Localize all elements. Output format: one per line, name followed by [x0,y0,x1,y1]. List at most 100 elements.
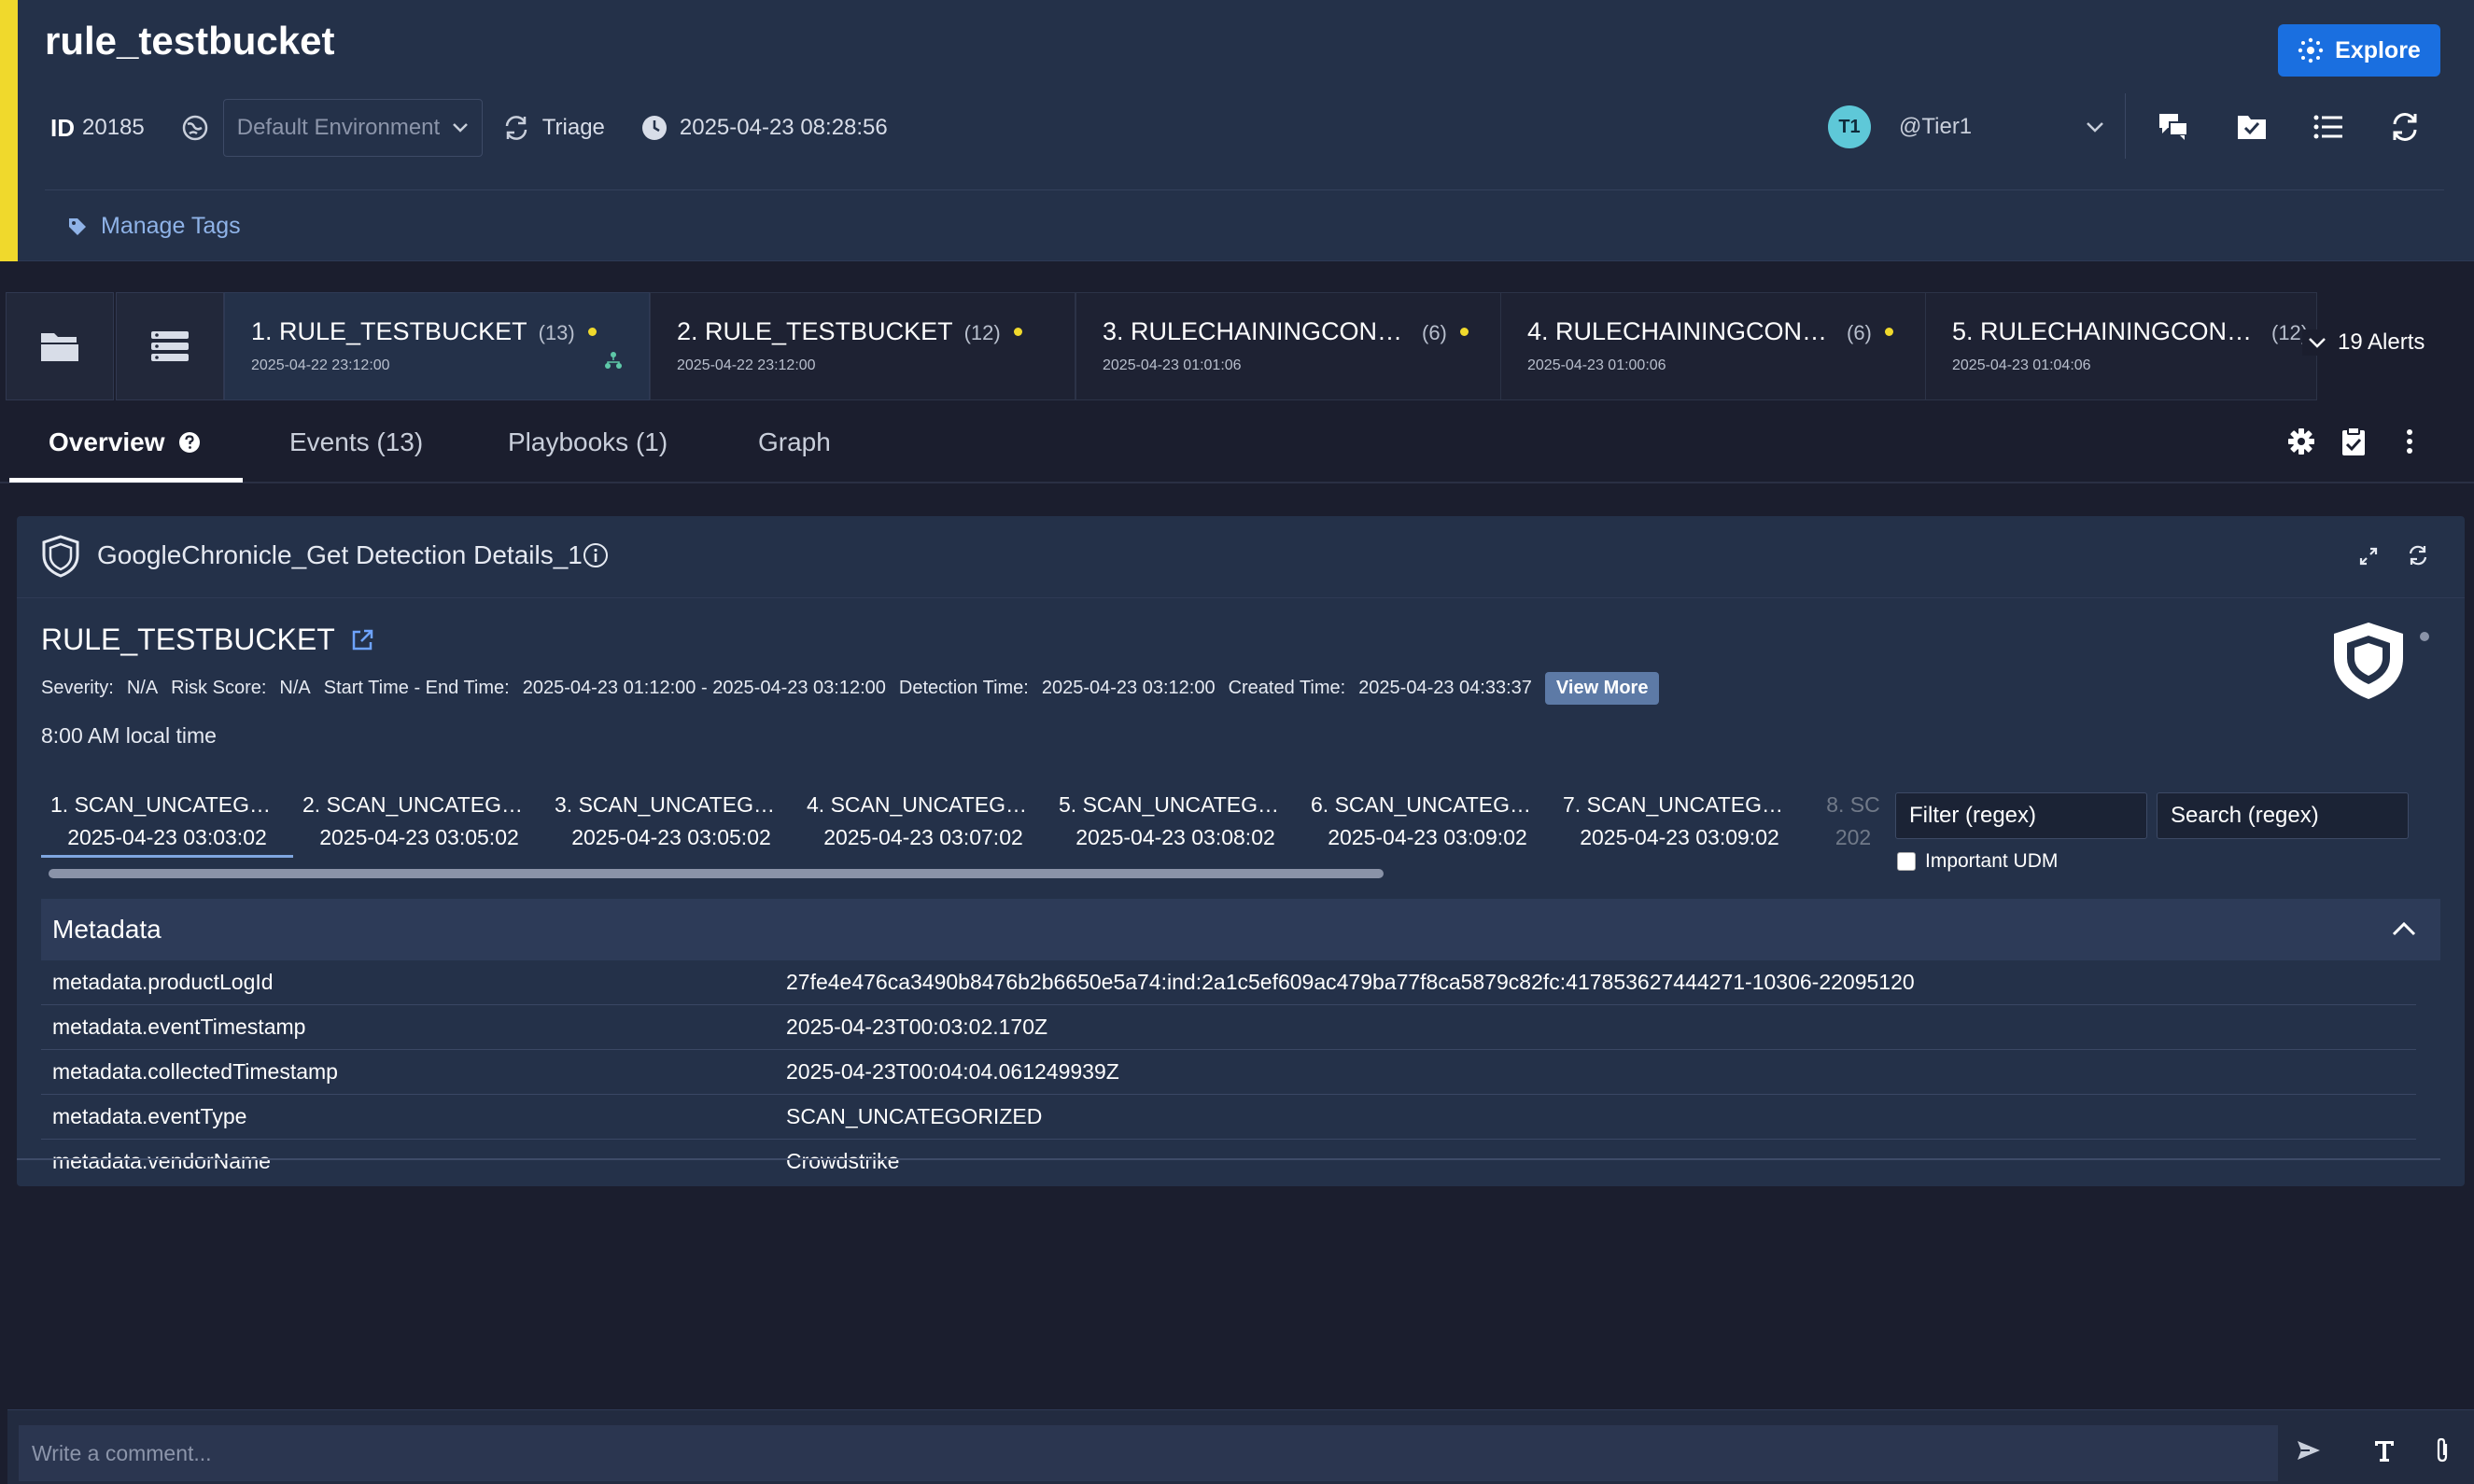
alert-tab-date: 2025-04-23 01:04:06 [1952,357,2091,373]
filter-regex-input[interactable] [1895,792,2147,839]
more-vertical-icon[interactable] [2394,426,2425,457]
table-row: metadata.eventType SCAN_UNCATEGORIZED [41,1095,2416,1140]
alert-status-dot [587,328,597,336]
header-separator [45,189,2444,190]
risk-score-value: N/A [279,678,311,698]
chat-icon[interactable] [2157,110,2190,144]
event-tabs-scrollbar[interactable] [49,869,1384,878]
alert-tab-4[interactable]: 4. RULECHAININGCONSU… (6) 2025-04-23 01:… [1500,292,1926,400]
event-tab-date: 2025-04-23 03:09:02 [1328,825,1527,849]
table-row: metadata.collectedTimestamp 2025-04-23T0… [41,1050,2416,1095]
shield-icon [2334,623,2403,699]
alert-status-dot [1459,328,1469,336]
explore-button[interactable]: Explore [2278,24,2440,77]
comment-input[interactable] [19,1425,2278,1481]
widget-header: GoogleChronicle_Get Detection Details_1 [17,516,2465,598]
manage-tags-label: Manage Tags [101,213,241,239]
active-tab-indicator [9,478,243,483]
event-tab[interactable]: 7. SCAN_UNCATEGO… 2025-04-23 03:09:02 [1553,783,1806,858]
metadata-title: Metadata [52,915,162,944]
alert-tab-count: (6) [1847,321,1872,344]
status-dot [2420,632,2429,641]
environment-select[interactable]: Default Environment [222,99,483,157]
event-tab[interactable]: 3. SCAN_UNCATEGO… 2025-04-23 03:05:02 [545,783,797,858]
help-icon[interactable] [178,431,201,454]
assignee-select[interactable]: T1 @Tier1 [1828,103,2104,151]
list-icon[interactable] [2312,110,2345,144]
event-tab[interactable]: 2. SCAN_UNCATEGO… 2025-04-23 03:05:02 [293,783,545,858]
event-tab-name: 8. SC [1826,792,1880,817]
event-tab-name: 5. SCAN_UNCATEGO… [1059,792,1296,817]
event-tab-date: 2025-04-23 03:03:02 [67,825,267,849]
attachment-icon[interactable] [2433,1436,2452,1464]
alert-tab-date: 2025-04-23 01:01:06 [1103,357,1242,373]
severity-value: N/A [126,678,159,698]
alert-tab-title: 5. RULECHAININGCONS… [1952,317,2260,345]
clipboard-check-icon[interactable] [2338,426,2369,457]
alerts-count-toggle[interactable]: 19 Alerts [2302,329,2425,356]
network-graph-icon[interactable] [604,351,623,370]
manage-tags-button[interactable]: Manage Tags [67,213,241,240]
alerts-count-label: 19 Alerts [2338,329,2425,355]
expand-icon[interactable] [2358,546,2379,567]
metadata-header[interactable]: Metadata [41,899,2440,960]
alert-status-dot [1013,328,1022,336]
refresh-icon[interactable] [2388,110,2422,144]
assignee-name: @Tier1 [1899,114,1973,139]
tab-playbooks[interactable]: Playbooks (1) [508,401,668,483]
event-tab-date: 2025-04-23 03:05:02 [319,825,519,849]
info-icon[interactable] [583,542,609,568]
tab-events[interactable]: Events (13) [289,401,423,483]
comment-bar [7,1409,2474,1484]
alert-status-dot [1884,328,1893,336]
event-tab[interactable]: 4. SCAN_UNCATEGO… 2025-04-23 03:07:02 [797,783,1049,858]
external-link-icon[interactable] [350,628,374,652]
alert-tab-5[interactable]: 5. RULECHAININGCONS… (12) 2025-04-23 01:… [1925,292,2317,400]
environment-select-value: Default Environment [236,115,441,140]
important-udm-checkbox-row: Important UDM [1897,850,2058,873]
metadata-key: metadata.eventType [52,1104,247,1128]
important-udm-checkbox[interactable] [1897,852,1916,871]
send-icon[interactable] [2297,1440,2321,1461]
event-tab[interactable]: 5. SCAN_UNCATEGO… 2025-04-23 03:08:02 [1049,783,1301,858]
event-tab[interactable]: 6. SCAN_UNCATEGO… 2025-04-23 03:09:02 [1301,783,1553,858]
tab-overview[interactable]: Overview [49,401,201,483]
event-tab-date: 202 [1834,825,1872,849]
chevron-down-icon [452,123,468,133]
detection-time-label: Detection Time: [898,678,1029,698]
environment-icon [180,113,210,143]
alerts-list-button[interactable] [116,292,224,400]
alert-tab-1[interactable]: 1. RULE_TESTBUCKET (13) 2025-04-22 23:12… [224,292,650,400]
view-more-button[interactable]: View More [1544,672,1660,705]
metadata-value: 2025-04-23T00:04:04.061249939Z [786,1059,1119,1084]
event-tab-name: 7. SCAN_UNCATEGO… [1563,792,1800,817]
alert-tab-title: 1. RULE_TESTBUCKET [251,317,527,345]
folder-icon [41,333,78,361]
detection-meta-row: Severity: N/A Risk Score: N/A Start Time… [41,672,1660,705]
case-timestamp: 2025-04-23 08:28:56 [679,115,888,140]
case-title: rule_testbucket [45,19,335,63]
alert-tab-date: 2025-04-22 23:12:00 [251,357,390,373]
search-regex-input[interactable] [2157,792,2409,839]
case-folder-button[interactable] [6,292,114,400]
alert-tabs-strip: 1. RULE_TESTBUCKET (13) 2025-04-22 23:12… [0,292,2474,400]
event-tab[interactable]: 8. SC 202 [1806,783,1901,858]
explore-label: Explore [2335,36,2421,63]
task-check-icon[interactable] [2235,110,2269,144]
metadata-value: SCAN_UNCATEGORIZED [786,1104,1043,1128]
event-tab-date: 2025-04-23 03:05:02 [571,825,771,849]
gear-icon[interactable] [2285,426,2317,457]
event-tab[interactable]: 1. SCAN_UNCATEGO… 2025-04-23 03:03:02 [41,783,293,858]
alert-tab-count: (13) [538,321,575,344]
event-tab-date: 2025-04-23 03:07:02 [823,825,1023,849]
risk-score-label: Risk Score: [171,678,267,698]
event-tab-name: 3. SCAN_UNCATEGO… [555,792,792,817]
text-format-icon[interactable] [2373,1438,2396,1463]
chevron-up-icon[interactable] [2390,916,2418,944]
alert-tab-3[interactable]: 3. RULECHAININGCONSU… (6) 2025-04-23 01:… [1075,292,1501,400]
explore-icon [2298,37,2324,63]
alert-tab-title: 2. RULE_TESTBUCKET [677,317,953,345]
refresh-icon[interactable] [2407,544,2429,567]
tab-graph[interactable]: Graph [758,401,831,483]
alert-tab-2[interactable]: 2. RULE_TESTBUCKET (12) 2025-04-22 23:12… [650,292,1075,400]
